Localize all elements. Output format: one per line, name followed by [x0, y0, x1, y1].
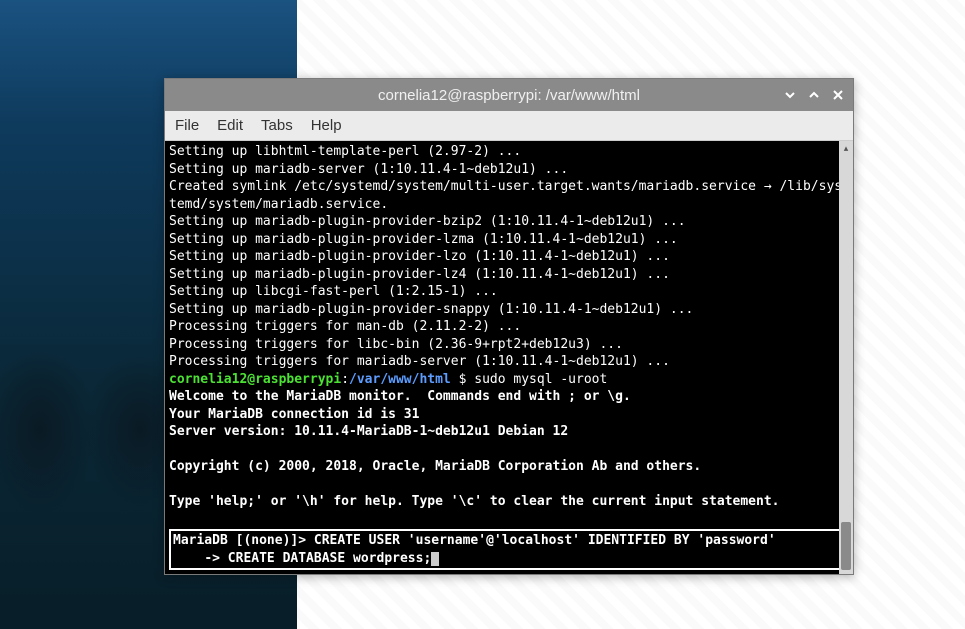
minimize-icon[interactable]: [783, 88, 797, 102]
terminal-output-line: Setting up mariadb-plugin-provider-snapp…: [169, 301, 849, 319]
window-title: cornelia12@raspberrypi: /var/www/html: [378, 87, 640, 104]
terminal-output-line: Processing triggers for libc-bin (2.36-9…: [169, 336, 849, 354]
terminal-output-line: Created symlink /etc/systemd/system/mult…: [169, 178, 849, 213]
terminal-window: cornelia12@raspberrypi: /var/www/html Fi…: [164, 78, 854, 575]
terminal-output-line: Setting up mariadb-plugin-provider-bzip2…: [169, 213, 849, 231]
prompt-user: cornelia12@raspberrypi: [169, 372, 341, 387]
terminal-input-line: MariaDB [(none)]> CREATE USER 'username'…: [173, 532, 841, 550]
maximize-icon[interactable]: [807, 88, 821, 102]
scroll-up-icon[interactable]: ▴: [839, 141, 853, 155]
terminal-output-line: [169, 476, 849, 494]
close-icon[interactable]: [831, 88, 845, 102]
prompt-sigil: $: [451, 372, 474, 387]
terminal-output-line: Your MariaDB connection id is 31: [169, 406, 849, 424]
terminal-output-line: Setting up libcgi-fast-perl (1:2.15-1) .…: [169, 283, 849, 301]
terminal-output-line: Setting up mariadb-plugin-provider-lzo (…: [169, 248, 849, 266]
terminal-output-line: Server version: 10.11.4-MariaDB-1~deb12u…: [169, 423, 849, 441]
terminal-output-line: Copyright (c) 2000, 2018, Oracle, MariaD…: [169, 458, 849, 476]
terminal-output-line: Setting up mariadb-server (1:10.11.4-1~d…: [169, 161, 849, 179]
highlighted-commands: MariaDB [(none)]> CREATE USER 'username'…: [169, 529, 845, 570]
prompt-sep: :: [341, 372, 349, 387]
terminal-output-line: Setting up libhtml-template-perl (2.97-2…: [169, 143, 849, 161]
terminal-body[interactable]: Setting up libhtml-template-perl (2.97-2…: [165, 141, 853, 574]
terminal-output-line: Processing triggers for man-db (2.11.2-2…: [169, 318, 849, 336]
terminal-output-line: Type 'help;' or '\h' for help. Type '\c'…: [169, 493, 849, 511]
terminal-output-line: Setting up mariadb-plugin-provider-lz4 (…: [169, 266, 849, 284]
terminal-output-line: Processing triggers for mariadb-server (…: [169, 353, 849, 371]
cursor: [431, 552, 439, 566]
titlebar[interactable]: cornelia12@raspberrypi: /var/www/html: [165, 79, 853, 111]
terminal-output-line: Setting up mariadb-plugin-provider-lzma …: [169, 231, 849, 249]
window-controls: [783, 88, 845, 102]
terminal-input-line: -> CREATE DATABASE wordpress;: [173, 550, 841, 568]
prompt-command: sudo mysql -uroot: [474, 372, 607, 387]
terminal-output-line: [169, 441, 849, 459]
scroll-thumb[interactable]: [841, 522, 851, 570]
menu-file[interactable]: File: [175, 117, 199, 134]
terminal-output-line: Welcome to the MariaDB monitor. Commands…: [169, 388, 849, 406]
scrollbar[interactable]: ▴: [839, 141, 853, 574]
terminal-prompt-line: cornelia12@raspberrypi:/var/www/html $ s…: [169, 371, 849, 389]
menu-tabs[interactable]: Tabs: [261, 117, 293, 134]
menu-edit[interactable]: Edit: [217, 117, 243, 134]
terminal-output-line: [169, 511, 849, 529]
menubar: File Edit Tabs Help: [165, 111, 853, 141]
menu-help[interactable]: Help: [311, 117, 342, 134]
prompt-path: /var/www/html: [349, 372, 451, 387]
